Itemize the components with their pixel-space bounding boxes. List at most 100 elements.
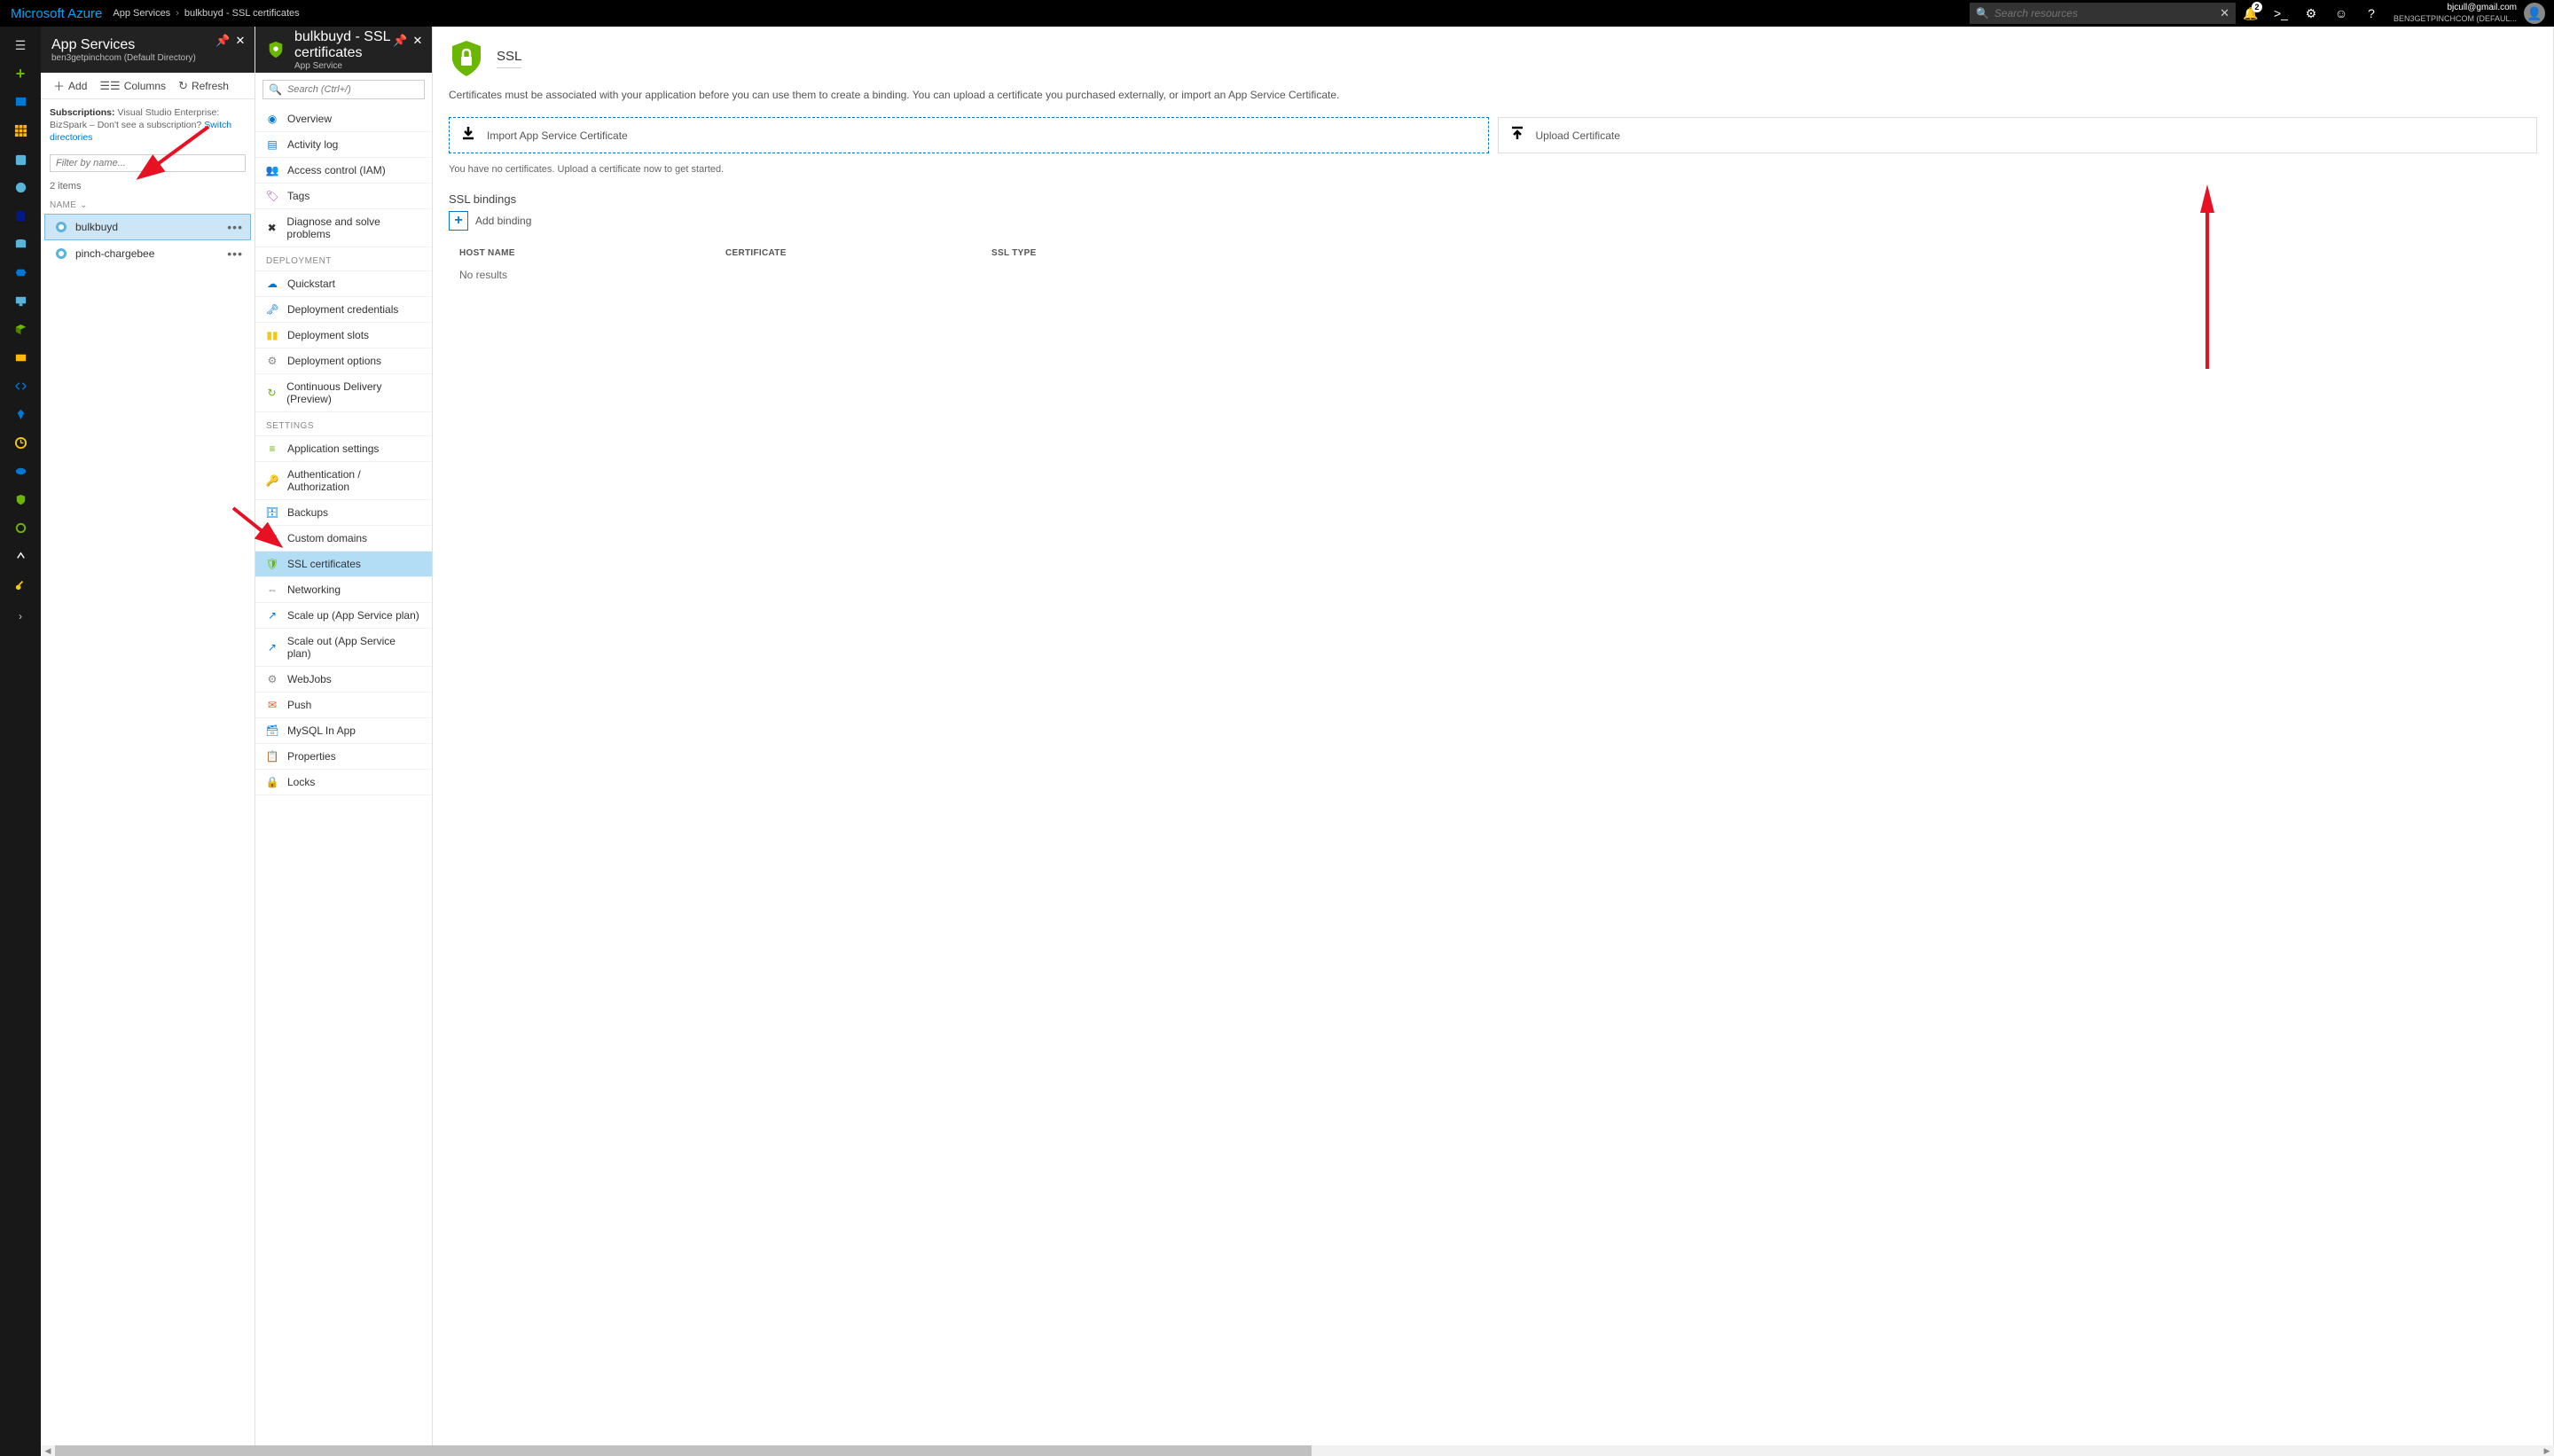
menu-item[interactable]: 🗝Deployment credentials xyxy=(255,296,432,323)
menu-item[interactable]: ≡Application settings xyxy=(255,435,432,462)
rail-item[interactable] xyxy=(0,259,41,286)
menu-item-label: Tags xyxy=(287,190,309,202)
rail-item[interactable] xyxy=(0,429,41,456)
cloud-shell-button[interactable]: >_ xyxy=(2266,0,2296,27)
help-button[interactable]: ? xyxy=(2356,0,2386,27)
menu-item-label: Deployment options xyxy=(287,355,381,367)
menu-item[interactable]: ↗Scale out (App Service plan) xyxy=(255,628,432,667)
page-header: SSL xyxy=(449,39,2537,78)
rail-item[interactable] xyxy=(0,316,41,342)
expand-rail-button[interactable]: › xyxy=(0,603,41,630)
clear-icon[interactable]: ✕ xyxy=(2220,6,2229,20)
more-icon[interactable]: ••• xyxy=(227,247,243,261)
menu-item[interactable]: ✖Diagnose and solve problems xyxy=(255,208,432,247)
menu-item[interactable]: ▤Activity log xyxy=(255,131,432,158)
app-service-icon xyxy=(54,220,68,234)
add-binding-label: Add binding xyxy=(475,215,531,227)
avatar[interactable]: 👤 xyxy=(2524,3,2545,24)
column-header-name[interactable]: NAME ⌄ xyxy=(41,197,255,214)
menu-search[interactable]: 🔍 xyxy=(262,80,425,99)
breadcrumb-item[interactable]: App Services xyxy=(113,8,170,19)
menu-item[interactable]: 👥Access control (IAM) xyxy=(255,157,432,184)
menu-item-icon: 🔑 xyxy=(266,474,278,487)
close-icon[interactable]: ✕ xyxy=(411,34,425,48)
menu-item[interactable]: ☁Quickstart xyxy=(255,270,432,297)
rail-item[interactable] xyxy=(0,486,41,513)
scroll-left-arrow[interactable]: ◀ xyxy=(41,1446,55,1456)
menu-item-label: Custom domains xyxy=(287,532,367,544)
filter-input[interactable] xyxy=(50,154,246,172)
breadcrumb-item[interactable]: bulkbuyd - SSL certificates xyxy=(184,8,300,19)
more-icon[interactable]: ••• xyxy=(227,220,243,234)
rail-item[interactable] xyxy=(0,174,41,200)
menu-item[interactable]: ▮▮Deployment slots xyxy=(255,322,432,348)
rail-item[interactable] xyxy=(0,117,41,144)
menu-item[interactable]: 🗃MySQL In App xyxy=(255,717,432,744)
menu-item[interactable]: ✉Push xyxy=(255,692,432,718)
app-service-row[interactable]: bulkbuyd••• xyxy=(44,214,251,240)
table-no-results: No results xyxy=(449,263,2537,286)
menu-item-label: Networking xyxy=(287,583,341,596)
import-certificate-button[interactable]: Import App Service Certificate xyxy=(449,117,1489,153)
rail-item[interactable] xyxy=(0,458,41,484)
refresh-button[interactable]: ↻Refresh xyxy=(173,77,234,95)
menu-item[interactable]: ↗Scale up (App Service plan) xyxy=(255,602,432,629)
pin-icon[interactable]: 📌 xyxy=(393,34,407,48)
menu-item-label: WebJobs xyxy=(287,673,332,685)
azure-logo[interactable]: Microsoft Azure xyxy=(5,6,107,21)
menu-item[interactable]: 🏷Tags xyxy=(255,183,432,209)
menu-item[interactable]: ⚙ WebJobs xyxy=(255,666,432,693)
rail-item[interactable] xyxy=(0,231,41,257)
scrollbar-thumb[interactable] xyxy=(55,1445,1312,1456)
ssl-bindings-title: SSL bindings xyxy=(449,192,2537,206)
menu-item[interactable]: ▦Custom domains xyxy=(255,525,432,552)
menu-item[interactable]: ◉Overview xyxy=(255,106,432,132)
menu-item-icon: ⚙ xyxy=(266,673,278,685)
column-header-hostname[interactable]: HOST NAME xyxy=(459,248,725,258)
feedback-button[interactable]: ☺ xyxy=(2326,0,2356,27)
column-header-ssltype[interactable]: SSL TYPE xyxy=(991,248,2527,258)
columns-button[interactable]: ☰☰Columns xyxy=(94,77,171,95)
new-resource-button[interactable]: + xyxy=(0,60,41,87)
menu-item[interactable]: 🗄Backups xyxy=(255,499,432,526)
app-service-row[interactable]: pinch-chargebee••• xyxy=(44,240,251,267)
rail-item[interactable] xyxy=(0,514,41,541)
add-binding-button[interactable]: + Add binding xyxy=(449,211,531,231)
rail-item[interactable] xyxy=(0,543,41,569)
menu-item-label: Deployment slots xyxy=(287,329,369,341)
import-certificate-label: Import App Service Certificate xyxy=(487,129,628,142)
global-search[interactable]: 🔍 ✕ xyxy=(1970,3,2236,24)
pin-icon[interactable]: 📌 xyxy=(215,34,230,48)
horizontal-scrollbar[interactable]: ◀ ▶ xyxy=(41,1445,2554,1456)
blade-header: App Services ben3getpinchcom (Default Di… xyxy=(41,27,255,73)
scroll-right-arrow[interactable]: ▶ xyxy=(2540,1446,2554,1456)
upload-certificate-button[interactable]: Upload Certificate xyxy=(1498,117,2538,153)
menu-item[interactable]: ↻Continuous Delivery (Preview) xyxy=(255,373,432,412)
menu-item[interactable]: 🔒Locks xyxy=(255,769,432,795)
rail-item[interactable] xyxy=(0,145,41,172)
menu-item-icon: ↻ xyxy=(266,387,278,399)
rail-item[interactable] xyxy=(0,401,41,427)
rail-item[interactable] xyxy=(0,344,41,371)
rail-item[interactable] xyxy=(0,372,41,399)
menu-search-input[interactable] xyxy=(287,84,419,95)
close-icon[interactable]: ✕ xyxy=(233,34,247,48)
menu-item[interactable]: 📋Properties xyxy=(255,743,432,770)
search-input[interactable] xyxy=(1994,7,2220,20)
rail-item[interactable] xyxy=(0,202,41,229)
rail-item[interactable] xyxy=(0,571,41,598)
menu-item[interactable]: ⇔Networking xyxy=(255,576,432,603)
page-description: Certificates must be associated with you… xyxy=(449,89,2537,101)
menu-item[interactable]: ⚙Deployment options xyxy=(255,348,432,374)
rail-item[interactable] xyxy=(0,89,41,115)
menu-item[interactable]: 🔑Authentication / Authorization xyxy=(255,461,432,500)
notifications-button[interactable]: 🔔 2 xyxy=(2236,0,2266,27)
user-account[interactable]: bjcull@gmail.com BEN3GETPINCHCOM (DEFAUL… xyxy=(2386,3,2524,24)
add-button[interactable]: ＋Add xyxy=(48,75,92,96)
settings-button[interactable]: ⚙ xyxy=(2296,0,2326,27)
hamburger-button[interactable]: ☰ xyxy=(0,32,41,59)
console-icon: >_ xyxy=(2274,6,2288,20)
menu-item[interactable]: 🛡SSL certificates xyxy=(255,551,432,577)
rail-item[interactable] xyxy=(0,287,41,314)
column-header-certificate[interactable]: CERTIFICATE xyxy=(725,248,991,258)
